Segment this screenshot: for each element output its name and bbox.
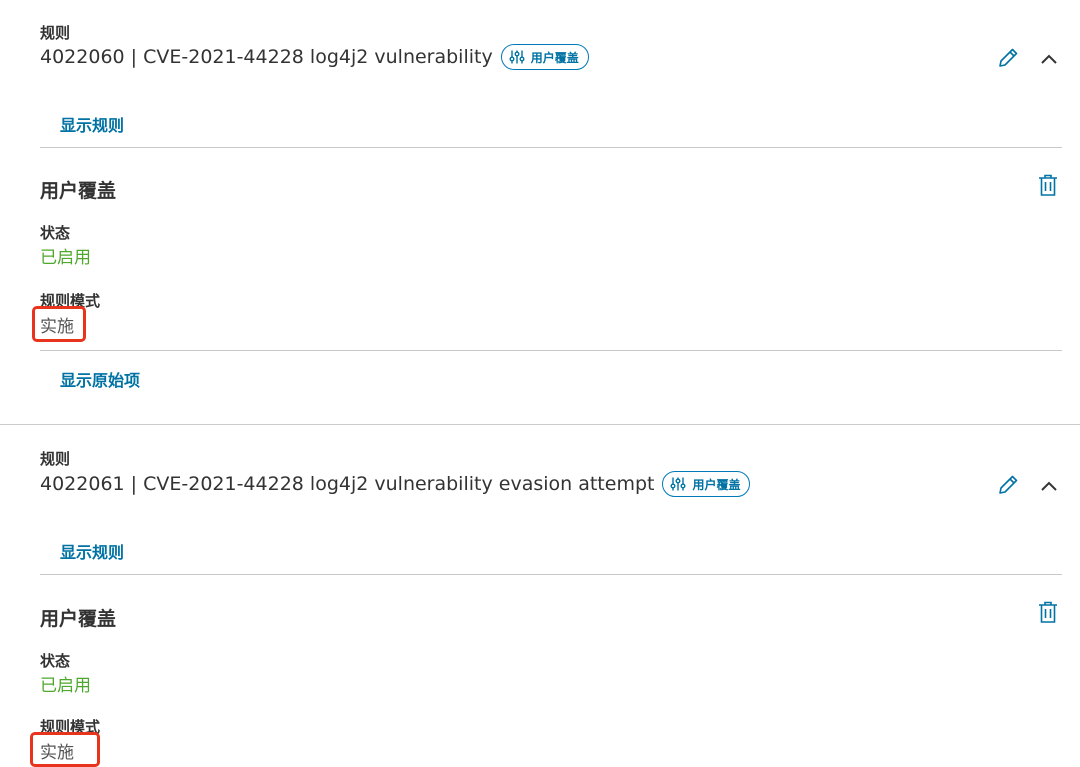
edit-button[interactable] bbox=[994, 44, 1022, 72]
collapse-button[interactable] bbox=[1036, 473, 1062, 499]
pencil-icon bbox=[999, 475, 1018, 494]
rule-card-4022060: 规则 4022060 | CVE-2021-44228 log4j2 vulne… bbox=[0, 0, 1080, 424]
status-value: 已启用 bbox=[40, 676, 91, 696]
badge-label: 用户覆盖 bbox=[692, 477, 741, 492]
edit-button[interactable] bbox=[994, 471, 1022, 499]
user-override-badge: 用户覆盖 bbox=[500, 44, 589, 70]
rule-title-row: 4022061 | CVE-2021-44228 log4j2 vulnerab… bbox=[40, 469, 751, 499]
rule-title: 4022060 | CVE-2021-44228 log4j2 vulnerab… bbox=[40, 46, 493, 68]
highlight-box bbox=[32, 306, 86, 342]
divider bbox=[40, 574, 1062, 575]
divider bbox=[40, 350, 1062, 351]
user-override-title: 用户覆盖 bbox=[40, 608, 117, 630]
show-rule-link[interactable]: 显示规则 bbox=[60, 112, 124, 136]
show-original-link[interactable]: 显示原始项 bbox=[60, 367, 140, 391]
rule-label: 规则 bbox=[40, 450, 71, 468]
sliders-icon bbox=[509, 50, 525, 64]
rule-card-4022061: 规则 4022061 | CVE-2021-44228 log4j2 vulne… bbox=[0, 425, 1080, 767]
status-label: 状态 bbox=[40, 224, 71, 242]
rule-title-row: 4022060 | CVE-2021-44228 log4j2 vulnerab… bbox=[40, 42, 589, 72]
show-rule-link[interactable]: 显示规则 bbox=[60, 539, 124, 563]
trash-icon bbox=[1039, 174, 1057, 196]
rule-title: 4022061 | CVE-2021-44228 log4j2 vulnerab… bbox=[40, 473, 655, 495]
rule-label: 规则 bbox=[40, 24, 71, 42]
trash-icon bbox=[1039, 601, 1057, 623]
collapse-button[interactable] bbox=[1036, 46, 1062, 72]
status-value: 已启用 bbox=[40, 248, 91, 268]
chevron-up-icon bbox=[1041, 54, 1057, 64]
sliders-icon bbox=[670, 477, 686, 491]
user-override-title: 用户覆盖 bbox=[40, 180, 117, 202]
divider bbox=[40, 147, 1062, 148]
chevron-up-icon bbox=[1041, 481, 1057, 491]
delete-button[interactable] bbox=[1034, 170, 1062, 200]
highlight-box bbox=[30, 732, 100, 767]
delete-button[interactable] bbox=[1034, 597, 1062, 627]
status-label: 状态 bbox=[40, 652, 71, 670]
user-override-badge: 用户覆盖 bbox=[662, 471, 751, 497]
pencil-icon bbox=[999, 48, 1018, 67]
badge-label: 用户覆盖 bbox=[530, 50, 579, 65]
